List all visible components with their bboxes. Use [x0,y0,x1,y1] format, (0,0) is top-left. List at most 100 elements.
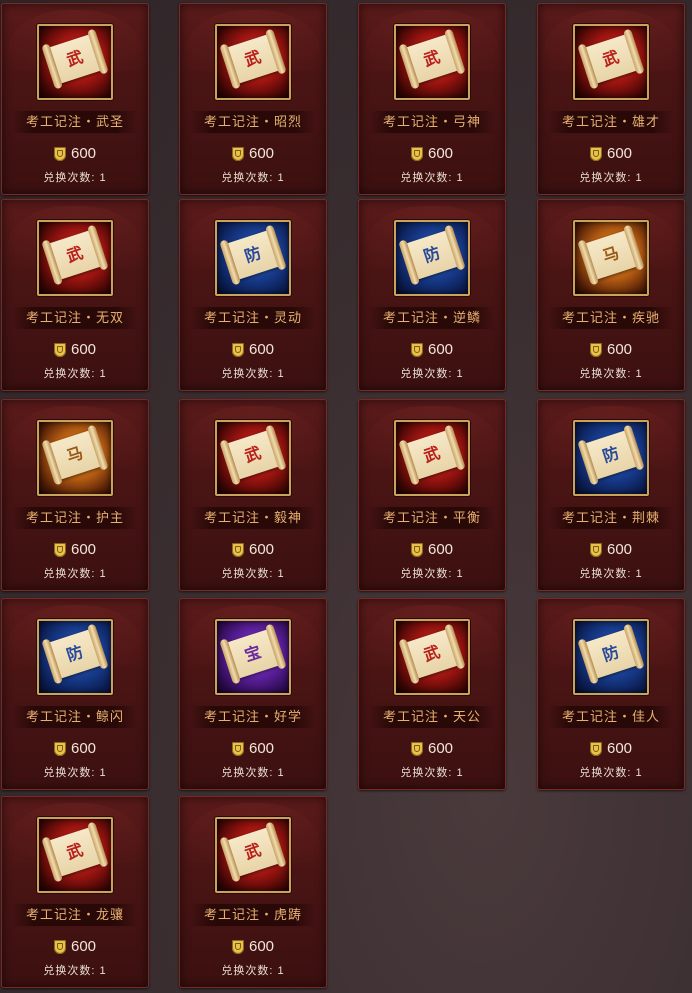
exchange-item-card[interactable]: 防 考工记注・灵动 600 兑换次数: 1 [179,199,327,391]
item-name: 考工记注・武圣 [12,111,138,133]
item-scroll-icon[interactable]: 武 [573,24,649,100]
scroll-icon: 武 [225,33,281,85]
item-scroll-icon[interactable]: 武 [37,220,113,296]
item-price: 600 [359,541,505,561]
item-name: 考工记注・龙骧 [12,904,138,926]
exchange-limit: 兑换次数: 1 [579,368,643,380]
shield-coin-icon [410,342,423,357]
shield-coin-icon [410,542,423,557]
exchange-item-grid: 武 考工记注・武圣 600 兑换次数: 1 武 考工记注・昭烈 600 兑换次数… [0,0,692,993]
item-price: 600 [180,740,326,760]
shield-coin-icon [589,342,602,357]
item-name: 考工记注・昭烈 [190,111,316,133]
item-scroll-icon[interactable]: 防 [394,220,470,296]
item-price: 600 [538,145,684,165]
price-value: 600 [427,541,454,559]
item-scroll-icon[interactable]: 武 [394,24,470,100]
shield-coin-icon [231,741,244,756]
item-name: 考工记注・天公 [369,706,495,728]
shield-coin-icon [53,146,66,161]
exchange-item-card[interactable]: 武 考工记注・昭烈 600 兑换次数: 1 [179,3,327,195]
price-value: 600 [70,938,97,956]
exchange-limit: 兑换次数: 1 [221,965,285,977]
exchange-item-card[interactable]: 防 考工记注・鲸闪 600 兑换次数: 1 [1,598,149,790]
item-name: 考工记注・平衡 [369,507,495,529]
item-price: 600 [538,541,684,561]
exchange-item-card[interactable]: 武 考工记注・武圣 600 兑换次数: 1 [1,3,149,195]
exchange-item-card[interactable]: 防 考工记注・荆棘 600 兑换次数: 1 [537,399,685,591]
item-type-glyph: 马 [64,443,86,467]
item-name: 考工记注・好学 [190,706,316,728]
exchange-item-card[interactable]: 武 考工记注・天公 600 兑换次数: 1 [358,598,506,790]
exchange-limit: 兑换次数: 1 [221,767,285,779]
item-type-glyph: 武 [242,47,264,71]
exchange-limit: 兑换次数: 1 [579,568,643,580]
price-value: 600 [248,541,275,559]
exchange-item-card[interactable]: 武 考工记注・毅神 600 兑换次数: 1 [179,399,327,591]
item-scroll-icon[interactable]: 武 [215,817,291,893]
exchange-item-card[interactable]: 马 考工记注・疾驰 600 兑换次数: 1 [537,199,685,391]
exchange-item-card[interactable]: 武 考工记注・弓神 600 兑换次数: 1 [358,3,506,195]
exchange-item-card[interactable]: 防 考工记注・佳人 600 兑换次数: 1 [537,598,685,790]
scroll-icon: 防 [583,628,639,680]
item-scroll-icon[interactable]: 武 [394,420,470,496]
scroll-icon: 武 [47,33,103,85]
exchange-item-card[interactable]: 防 考工记注・逆鳞 600 兑换次数: 1 [358,199,506,391]
scroll-icon: 武 [404,429,460,481]
exchange-limit: 兑换次数: 1 [43,568,107,580]
exchange-item-card[interactable]: 武 考工记注・虎踌 600 兑换次数: 1 [179,796,327,988]
item-type-glyph: 武 [242,443,264,467]
exchange-limit: 兑换次数: 1 [221,172,285,184]
exchange-limit: 兑换次数: 1 [400,368,464,380]
item-scroll-icon[interactable]: 马 [37,420,113,496]
item-type-glyph: 武 [421,642,443,666]
exchange-item-card[interactable]: 武 考工记注・平衡 600 兑换次数: 1 [358,399,506,591]
shield-coin-icon [589,741,602,756]
item-type-glyph: 防 [600,642,622,666]
shield-coin-icon [231,939,244,954]
item-type-glyph: 武 [421,47,443,71]
item-type-glyph: 武 [421,443,443,467]
item-price: 600 [538,740,684,760]
item-scroll-icon[interactable]: 武 [37,24,113,100]
item-scroll-icon[interactable]: 防 [573,619,649,695]
item-price: 600 [180,541,326,561]
item-name: 考工记注・灵动 [190,307,316,329]
exchange-item-card[interactable]: 武 考工记注・龙骧 600 兑换次数: 1 [1,796,149,988]
scroll-icon: 马 [583,229,639,281]
price-value: 600 [70,740,97,758]
item-scroll-icon[interactable]: 防 [37,619,113,695]
item-price: 600 [538,341,684,361]
item-scroll-icon[interactable]: 宝 [215,619,291,695]
item-type-glyph: 马 [600,243,622,267]
exchange-item-card[interactable]: 宝 考工记注・好学 600 兑换次数: 1 [179,598,327,790]
item-type-glyph: 武 [64,243,86,267]
item-scroll-icon[interactable]: 武 [215,24,291,100]
exchange-item-card[interactable]: 武 考工记注・无双 600 兑换次数: 1 [1,199,149,391]
scroll-icon: 武 [225,429,281,481]
item-type-glyph: 防 [242,243,264,267]
shield-coin-icon [231,342,244,357]
item-price: 600 [180,145,326,165]
item-price: 600 [180,341,326,361]
item-scroll-icon[interactable]: 武 [215,420,291,496]
scroll-icon: 防 [47,628,103,680]
scroll-icon: 武 [47,229,103,281]
price-value: 600 [248,145,275,163]
price-value: 600 [427,740,454,758]
item-type-glyph: 宝 [242,642,264,666]
price-value: 600 [606,541,633,559]
price-value: 600 [70,145,97,163]
item-price: 600 [2,740,148,760]
exchange-item-card[interactable]: 武 考工记注・雄才 600 兑换次数: 1 [537,3,685,195]
item-scroll-icon[interactable]: 武 [37,817,113,893]
exchange-limit: 兑换次数: 1 [221,568,285,580]
shield-coin-icon [53,939,66,954]
exchange-item-card[interactable]: 马 考工记注・护主 600 兑换次数: 1 [1,399,149,591]
item-scroll-icon[interactable]: 防 [573,420,649,496]
item-scroll-icon[interactable]: 防 [215,220,291,296]
item-scroll-icon[interactable]: 马 [573,220,649,296]
price-value: 600 [606,740,633,758]
exchange-limit: 兑换次数: 1 [400,172,464,184]
item-scroll-icon[interactable]: 武 [394,619,470,695]
